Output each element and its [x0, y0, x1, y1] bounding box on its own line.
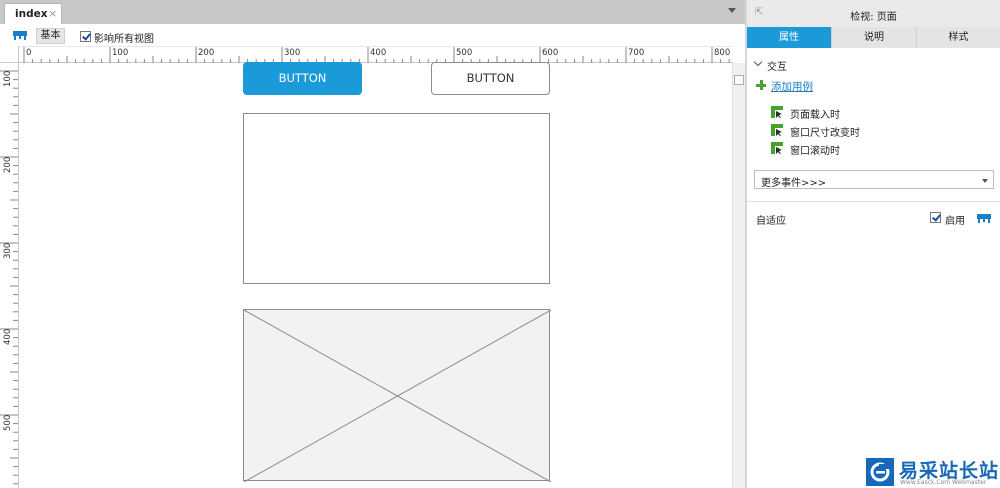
event-cursor-icon [771, 124, 783, 136]
add-icon[interactable] [756, 80, 766, 90]
tab-list-dropdown-icon[interactable] [728, 8, 736, 13]
ruler-label: 300 [284, 48, 301, 58]
chevron-down-icon[interactable] [753, 57, 763, 67]
tab-index[interactable]: index × [4, 3, 62, 24]
add-case-link[interactable]: 添加用例 [771, 79, 813, 94]
ruler-label: 100 [112, 48, 129, 58]
close-icon[interactable]: × [48, 7, 57, 20]
vertical-ruler: 100 200 300 400 500 [0, 63, 19, 488]
ruler-label: 200 [3, 156, 13, 173]
inspector-tabs: 属性 说明 样式 [747, 27, 1000, 48]
ruler-label: 800 [714, 48, 731, 58]
ruler-label: 300 [3, 242, 13, 259]
divider [747, 201, 1000, 202]
ruler-label: 500 [456, 48, 473, 58]
inspector-title: 检视: 页面 [850, 12, 897, 23]
tab-label: index [15, 8, 48, 20]
scrollbar-thumb[interactable] [734, 75, 744, 85]
vertical-scrollbar[interactable] [732, 63, 745, 488]
site-watermark: 易采站长站 Www.Easck.Com Webmaster [866, 456, 1000, 488]
chevron-down-icon [982, 179, 988, 183]
ruler-label: 200 [198, 48, 215, 58]
tab-style[interactable]: 样式 [916, 27, 1000, 48]
canvas-toolbar: 基本 影响所有视图 [0, 24, 745, 46]
affect-all-views-checkbox[interactable] [80, 31, 91, 42]
ruler-label: 400 [3, 328, 13, 345]
interaction-section-title: 交互 [767, 62, 787, 73]
more-events-label: 更多事件>>> [761, 178, 827, 189]
event-label: 页面载入时 [790, 110, 840, 121]
event-cursor-icon [771, 142, 783, 154]
adaptive-view-icon[interactable] [13, 31, 27, 40]
watermark-logo-icon [866, 458, 894, 486]
adaptive-enable-label: 启用 [945, 216, 965, 227]
event-label: 窗口滚动时 [790, 146, 840, 157]
ruler-label: 700 [628, 48, 645, 58]
inspector-panel: ⇱ 检视: 页面 属性 说明 样式 交互 添加用例 页面载入时 窗口尺寸改变时 [747, 0, 1000, 488]
design-canvas[interactable]: BUTTON BUTTON [20, 62, 732, 488]
ruler-corner [0, 46, 19, 63]
ruler-label: 500 [3, 414, 13, 431]
adaptive-enable-checkbox[interactable] [930, 212, 941, 223]
watermark-subtext: Www.Easck.Com Webmaster [900, 479, 987, 486]
document-tab-strip: index × [0, 0, 745, 24]
adaptive-view-icon[interactable] [977, 214, 991, 223]
more-events-select[interactable]: 更多事件>>> [754, 170, 994, 189]
affect-all-views-label: 影响所有视图 [94, 34, 154, 45]
inspector-header: ⇱ 检视: 页面 [747, 0, 1000, 27]
ruler-label: 100 [3, 70, 13, 87]
ruler-label: 400 [370, 48, 387, 58]
primary-button-widget[interactable]: BUTTON [243, 62, 362, 95]
rectangle-widget[interactable] [243, 113, 550, 284]
horizontal-ruler: 0 100 200 300 400 500 600 700 800 [19, 46, 733, 63]
app-window: index × 基本 影响所有视图 0 100 200 300 400 500 600 700… [0, 0, 1000, 488]
base-view-button[interactable]: 基本 [36, 28, 65, 44]
tab-properties[interactable]: 属性 [747, 27, 831, 48]
event-cursor-icon [771, 106, 783, 118]
tab-notes[interactable]: 说明 [831, 27, 916, 48]
ruler-label: 0 [26, 48, 32, 58]
placeholder-cross-icon [244, 310, 551, 482]
event-label: 窗口尺寸改变时 [790, 128, 860, 139]
default-button-widget[interactable]: BUTTON [431, 62, 550, 95]
adaptive-label: 自适应 [756, 216, 786, 227]
image-placeholder-widget[interactable] [243, 309, 551, 482]
ruler-label: 600 [542, 48, 559, 58]
